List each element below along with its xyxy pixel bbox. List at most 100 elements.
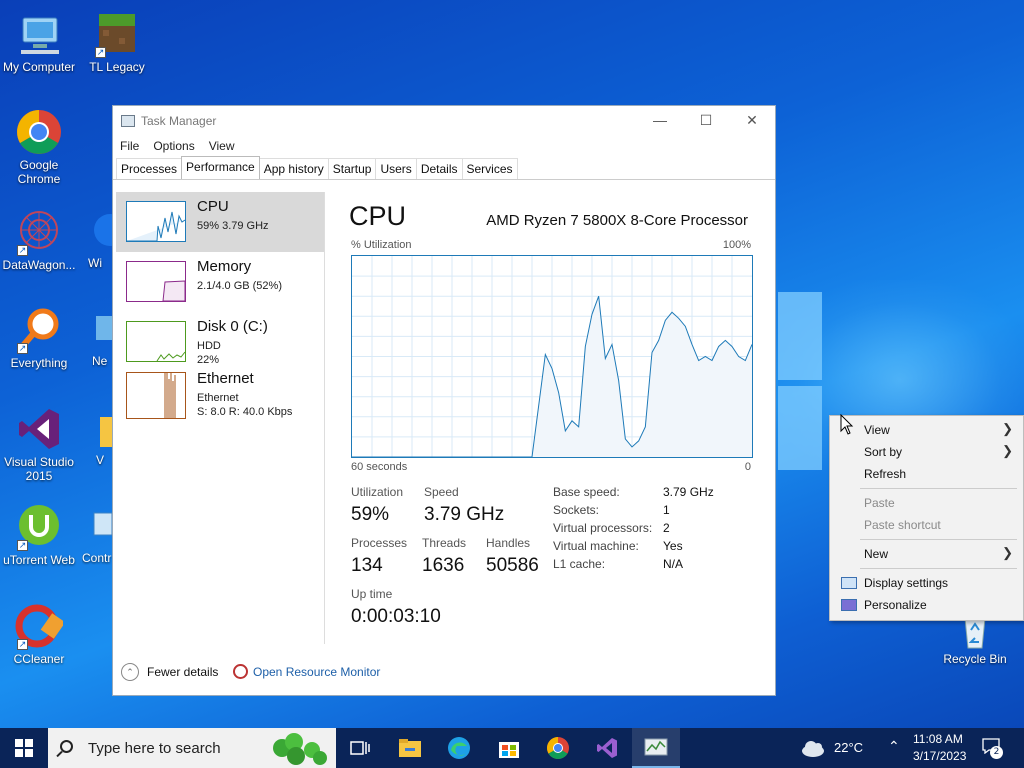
sidebar-ethernet-throughput: S: 8.0 R: 40.0 Kbps <box>197 406 293 418</box>
processes-value: 134 <box>351 555 383 576</box>
menu-item-view[interactable]: View <box>864 423 890 437</box>
tab-details[interactable]: Details <box>415 158 463 179</box>
tab-app-history[interactable]: App history <box>258 158 329 179</box>
taskbar-chrome[interactable] <box>534 728 582 768</box>
sidebar-cpu-name: CPU <box>197 198 229 215</box>
task-manager-icon <box>121 115 135 127</box>
spec-value: 3.79 GHz <box>663 485 714 499</box>
taskbar-file-explorer[interactable] <box>386 728 434 768</box>
desktop-icon-visual-studio[interactable]: Visual Studio 2015 <box>0 405 78 483</box>
desktop-icon-label: V <box>96 453 105 467</box>
task-view-button[interactable] <box>336 728 384 768</box>
shortcut-arrow-icon: ↗ <box>17 639 28 650</box>
sidebar-item-ethernet[interactable]: Ethernet Ethernet S: 8.0 R: 40.0 Kbps <box>116 370 324 432</box>
menu-separator <box>860 539 1017 540</box>
ethernet-thumbnail-graph <box>126 372 186 419</box>
graph-y-max: 100% <box>722 239 751 251</box>
sidebar-item-memory[interactable]: Memory 2.1/4.0 GB (52%) <box>116 252 324 312</box>
chrome-icon <box>547 737 569 759</box>
folder-icon <box>96 405 112 453</box>
tab-users[interactable]: Users <box>375 158 417 179</box>
graph-x-end: 0 <box>744 461 751 473</box>
utilization-value: 59% <box>351 504 390 525</box>
sidebar-cpu-detail: 59% 3.79 GHz <box>197 220 269 232</box>
menu-options[interactable]: Options <box>153 136 194 156</box>
minimize-button[interactable]: — <box>637 106 683 134</box>
sidebar-disk-name: Disk 0 (C:) <box>197 318 268 335</box>
search-icon <box>60 740 73 753</box>
taskbar-search-box[interactable]: Type here to search <box>48 728 336 768</box>
menu-item-refresh[interactable]: Refresh <box>864 467 906 481</box>
desktop-icon-label: Recycle Bin <box>943 652 1007 666</box>
open-resource-monitor-link[interactable]: Open Resource Monitor <box>253 665 380 679</box>
menu-item-paste: Paste <box>864 496 895 510</box>
chevron-up-icon[interactable]: ⌃ <box>888 738 900 755</box>
close-button[interactable]: ✕ <box>729 106 775 134</box>
spec-value: N/A <box>663 557 684 571</box>
sidebar-divider <box>324 192 325 644</box>
clock-time[interactable]: 11:08 AM <box>913 732 963 746</box>
utilization-label: Utilization <box>351 485 404 499</box>
threads-value: 1636 <box>422 555 465 576</box>
menu-item-paste-shortcut: Paste shortcut <box>864 518 941 532</box>
visual-studio-icon <box>15 405 63 453</box>
sidebar-ethernet-detail: Ethernet S: 8.0 R: 40.0 Kbps <box>197 391 292 419</box>
resource-monitor-icon <box>233 664 248 679</box>
menu-item-new[interactable]: New <box>864 547 888 561</box>
maximize-button[interactable]: ☐ <box>683 106 729 134</box>
folder-icon <box>399 739 421 757</box>
desktop-context-menu: View ❯ Sort by ❯ Refresh Paste Paste sho… <box>829 415 1024 621</box>
action-center-button[interactable]: 2 <box>982 738 1004 759</box>
chevron-up-icon[interactable]: ⌃ <box>121 663 139 681</box>
store-icon <box>499 742 519 758</box>
fewer-details-button[interactable]: Fewer details <box>147 665 218 679</box>
desktop-icon-tl-legacy[interactable]: ↗ TL Legacy <box>78 10 156 74</box>
desktop-icon-label: CCleaner <box>13 652 65 666</box>
minecraft-block-icon: ↗ <box>93 10 141 58</box>
tab-startup[interactable]: Startup <box>327 158 377 179</box>
sidebar-item-disk[interactable]: Disk 0 (C:) HDD 22% <box>116 312 324 372</box>
start-button[interactable] <box>0 728 48 768</box>
speed-value: 3.79 GHz <box>424 504 505 525</box>
menu-item-personalize[interactable]: Personalize <box>864 598 927 612</box>
spec-value: Yes <box>663 539 683 553</box>
desktop-icon-my-computer[interactable]: My Computer <box>0 10 78 74</box>
menu-file[interactable]: File <box>120 136 139 156</box>
tab-processes[interactable]: Processes <box>116 158 183 179</box>
menu-item-display-settings[interactable]: Display settings <box>864 576 948 590</box>
taskbar-store[interactable] <box>485 728 533 768</box>
shamrock-icon <box>273 733 327 765</box>
taskbar-task-manager[interactable] <box>632 728 680 768</box>
mouse-cursor-icon <box>840 414 854 435</box>
graph-y-label: % Utilization <box>351 239 412 251</box>
desktop-icon-datawagon[interactable]: ↗ DataWagon... <box>0 208 78 272</box>
desktop-icon-ccleaner[interactable]: ↗ CCleaner <box>0 602 78 666</box>
menu-item-sort-by[interactable]: Sort by <box>864 445 902 459</box>
desktop-icon-v[interactable]: V <box>96 405 112 467</box>
desktop-icon-everything[interactable]: ↗ Everything <box>0 306 78 370</box>
desktop-icon-utorrent[interactable]: ↗ uTorrent Web <box>0 503 78 567</box>
sidebar-item-cpu[interactable]: CPU 59% 3.79 GHz <box>116 192 324 252</box>
tab-performance[interactable]: Performance <box>181 156 260 179</box>
visual-studio-icon <box>597 738 617 758</box>
desktop-icon-wi[interactable]: Wi <box>88 208 112 270</box>
desktop-icon-label: TL Legacy <box>89 60 145 74</box>
desktop-icon-google-chrome[interactable]: Google Chrome <box>0 108 78 186</box>
title-bar[interactable]: Task Manager — ☐ ✕ <box>113 106 775 136</box>
resource-title: CPU <box>349 201 407 231</box>
control-panel-icon <box>82 503 112 551</box>
personalize-icon <box>841 599 857 611</box>
weather-temperature[interactable]: 22°C <box>834 740 863 755</box>
clock-date[interactable]: 3/17/2023 <box>913 749 966 763</box>
resource-sidebar: CPU 59% 3.79 GHz Memory 2.1/4.0 GB (52%)… <box>116 192 324 432</box>
graph-x-start: 60 seconds <box>351 461 408 473</box>
sidebar-disk-detail: HDD 22% <box>197 339 221 367</box>
desktop-icon-ne[interactable]: Ne <box>92 306 112 368</box>
taskbar-visual-studio[interactable] <box>583 728 631 768</box>
taskbar-edge[interactable] <box>435 728 483 768</box>
shortcut-arrow-icon: ↗ <box>17 540 28 551</box>
desktop-icon-control-panel[interactable]: Contr <box>82 503 112 565</box>
menu-view[interactable]: View <box>209 136 235 156</box>
spec-key: L1 cache: <box>553 557 606 571</box>
tab-services[interactable]: Services <box>461 158 518 179</box>
